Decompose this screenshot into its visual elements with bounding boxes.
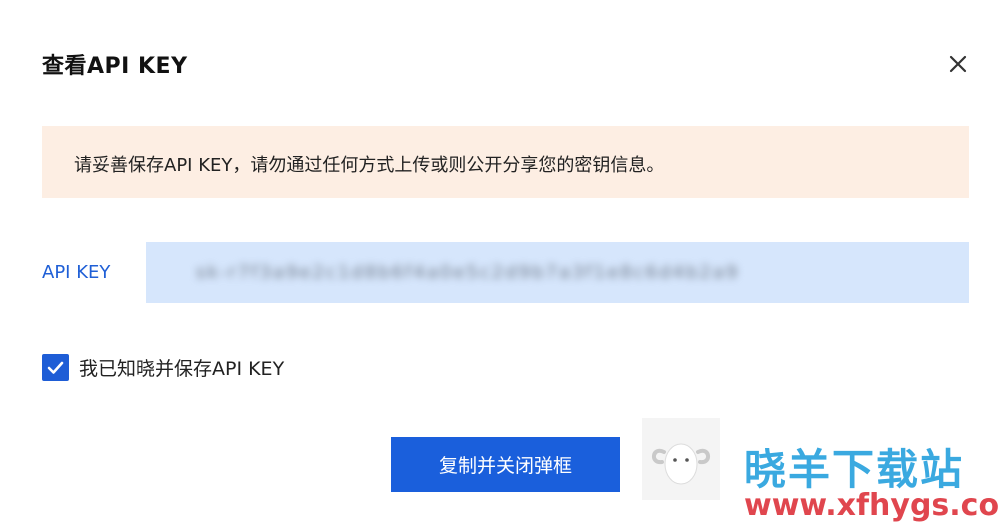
api-key-label: API KEY (42, 262, 111, 283)
sheep-logo-icon (642, 418, 720, 500)
api-key-value: sk-r7f3a9e2c1d8b6f4a0e5c2d9b7a3f1e8c6d4b… (196, 262, 740, 283)
ack-label: 我已知晓并保存API KEY (79, 357, 285, 380)
watermark-url: www.xfhygs.com (744, 488, 1000, 523)
ack-checkbox[interactable] (42, 353, 69, 381)
watermark: 晓羊下载站 www.xfhygs.com (642, 418, 1000, 530)
api-key-field[interactable]: sk-r7f3a9e2c1d8b6f4a0e5c2d9b7a3f1e8c6d4b… (146, 242, 969, 303)
dialog-title: 查看API KEY (42, 54, 188, 79)
close-button[interactable] (944, 50, 972, 78)
warning-text: 请妥善保存API KEY，请勿通过任何方式上传或则公开分享您的密钥信息。 (74, 155, 665, 176)
close-icon (949, 55, 967, 73)
copy-and-close-button[interactable]: 复制并关闭弹框 (391, 437, 620, 492)
check-icon (47, 361, 64, 374)
warning-banner: 请妥善保存API KEY，请勿通过任何方式上传或则公开分享您的密钥信息。 (42, 126, 969, 198)
ack-checkbox-row[interactable]: 我已知晓并保存API KEY (42, 352, 284, 382)
api-key-dialog: 查看API KEY 请妥善保存API KEY，请勿通过任何方式上传或则公开分享您… (0, 0, 1000, 530)
